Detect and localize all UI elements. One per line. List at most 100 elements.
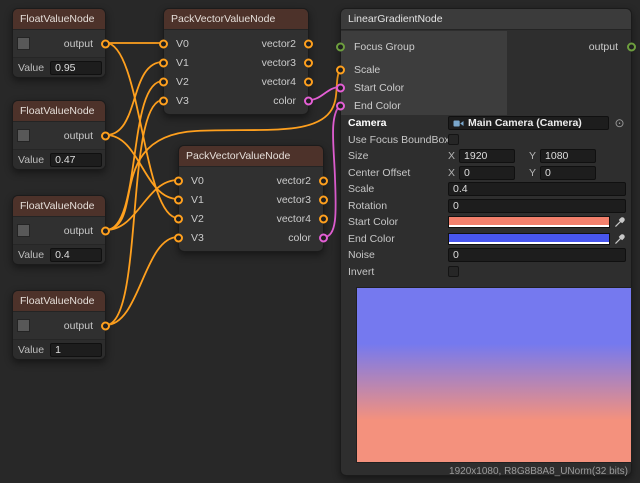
use-focus-checkbox[interactable] <box>448 134 459 145</box>
output-port-vector3[interactable] <box>319 195 328 204</box>
node-header[interactable]: FloatValueNode <box>13 9 105 30</box>
output-port[interactable] <box>101 131 110 140</box>
object-picker-icon[interactable]: ⊙ <box>613 117 626 130</box>
end-color-port-label: End Color <box>354 100 401 112</box>
node-header[interactable]: LinearGradientNode <box>341 9 631 30</box>
value-label: Value <box>18 344 44 356</box>
preview-thumb <box>17 37 30 50</box>
port-row: V2 vector4 <box>179 209 323 228</box>
scale-label: Scale <box>348 183 448 195</box>
output-port-label: output <box>64 130 93 142</box>
output-port[interactable] <box>101 39 110 48</box>
start-color-label: Start Color <box>348 216 448 228</box>
wire-float2-to-pack1-v1[interactable] <box>106 62 163 135</box>
invert-row: Invert <box>341 264 631 281</box>
pack-vector-value-node-2[interactable]: PackVectorValueNode V0 vector2 V1 vector… <box>178 145 324 252</box>
wire-float3-to-pack1-v2[interactable] <box>106 81 163 230</box>
value-field[interactable]: 0.95 <box>50 61 102 75</box>
scale-field[interactable]: 0.4 <box>448 182 626 196</box>
input-port-label: V1 <box>176 57 189 69</box>
value-label: Value <box>18 62 44 74</box>
output-port-color[interactable] <box>319 233 328 242</box>
focus-group-label: Focus Group <box>354 41 415 53</box>
camera-icon <box>453 119 464 128</box>
input-ports-panel: Focus Group Scale Start Color End Color <box>341 31 507 115</box>
node-header[interactable]: FloatValueNode <box>13 101 105 122</box>
value-field[interactable]: 0.4 <box>50 248 102 262</box>
input-port-v0[interactable] <box>159 39 168 48</box>
wire-float4-to-pack1-v3[interactable] <box>106 100 163 325</box>
noise-field[interactable]: 0 <box>448 248 626 262</box>
node-header[interactable]: FloatValueNode <box>13 196 105 217</box>
focus-group-port[interactable] <box>336 43 345 52</box>
output-port-label: vector4 <box>277 213 311 225</box>
size-x-field[interactable]: 1920 <box>459 149 515 163</box>
input-port-v1[interactable] <box>174 195 183 204</box>
port-row: V1 vector3 <box>179 190 323 209</box>
output-port[interactable] <box>101 226 110 235</box>
input-port-v1[interactable] <box>159 58 168 67</box>
output-port-vector2[interactable] <box>304 39 313 48</box>
output-port-label: vector3 <box>277 194 311 206</box>
end-color-input-port[interactable] <box>336 102 345 111</box>
output-port-color[interactable] <box>304 96 313 105</box>
node-header[interactable]: FloatValueNode <box>13 291 105 312</box>
port-row: Scale <box>341 61 507 79</box>
preview-thumb <box>17 224 30 237</box>
input-port-label: V2 <box>176 76 189 88</box>
invert-checkbox[interactable] <box>448 266 459 277</box>
value-field[interactable]: 1 <box>50 343 102 357</box>
eyedropper-icon[interactable] <box>614 216 626 228</box>
float-value-node-3[interactable]: FloatValueNode output Value 0.4 <box>12 195 106 265</box>
wire-float3-to-pack2-v0[interactable] <box>106 180 178 230</box>
wire-float2-to-pack2-v1[interactable] <box>106 135 178 199</box>
float-value-node-2[interactable]: FloatValueNode output Value 0.47 <box>12 100 106 170</box>
input-port-v2[interactable] <box>174 214 183 223</box>
size-y-field[interactable]: 1080 <box>540 149 596 163</box>
gradient-preview <box>356 287 632 463</box>
output-port-vector3[interactable] <box>304 58 313 67</box>
value-row: Value 0.47 <box>13 149 105 169</box>
output-port[interactable] <box>101 321 110 330</box>
node-header[interactable]: PackVectorValueNode <box>164 9 308 30</box>
center-x-field[interactable]: 0 <box>459 166 515 180</box>
output-port-label: color <box>288 232 311 244</box>
output-port-label: vector2 <box>277 175 311 187</box>
scale-input-port[interactable] <box>336 66 345 75</box>
noise-label: Noise <box>348 249 448 261</box>
node-body: V0 vector2 V1 vector3 V2 vector4 V3 colo… <box>164 30 308 114</box>
start-color-port-label: Start Color <box>354 82 404 94</box>
output-port-vector4[interactable] <box>319 214 328 223</box>
node-header[interactable]: PackVectorValueNode <box>179 146 323 167</box>
input-port-v3[interactable] <box>174 233 183 242</box>
camera-object-field[interactable]: Main Camera (Camera) <box>448 116 609 130</box>
output-port-label: output <box>64 225 93 237</box>
node-body: output <box>13 30 105 57</box>
output-port-vector2[interactable] <box>319 176 328 185</box>
center-y-field[interactable]: 0 <box>540 166 596 180</box>
output-port-label: color <box>273 95 296 107</box>
size-label: Size <box>348 150 448 162</box>
input-port-v2[interactable] <box>159 77 168 86</box>
center-y-axis-label: Y <box>529 167 536 179</box>
pack-vector-value-node-1[interactable]: PackVectorValueNode V0 vector2 V1 vector… <box>163 8 309 115</box>
float-value-node-1[interactable]: FloatValueNode output Value 0.95 <box>12 8 106 78</box>
alpha-bar <box>449 242 609 244</box>
rotation-field[interactable]: 0 <box>448 199 626 213</box>
wire-float4-to-pack2-v3[interactable] <box>106 237 178 325</box>
value-field[interactable]: 0.47 <box>50 153 102 167</box>
input-port-v0[interactable] <box>174 176 183 185</box>
float-value-node-4[interactable]: FloatValueNode output Value 1 <box>12 290 106 360</box>
output-port-vector4[interactable] <box>304 77 313 86</box>
output-port-label: vector3 <box>262 57 296 69</box>
camera-row: Camera Main Camera (Camera) ⊙ <box>341 115 631 132</box>
eyedropper-icon[interactable] <box>614 233 626 245</box>
alpha-bar <box>449 225 609 227</box>
start-color-swatch[interactable] <box>448 216 610 228</box>
port-row: V3 color <box>164 91 308 110</box>
input-port-v3[interactable] <box>159 96 168 105</box>
start-color-input-port[interactable] <box>336 84 345 93</box>
end-color-swatch[interactable] <box>448 233 610 245</box>
linear-gradient-node[interactable]: LinearGradientNode Focus Group Scale Sta… <box>340 8 632 476</box>
output-port[interactable] <box>627 43 636 52</box>
